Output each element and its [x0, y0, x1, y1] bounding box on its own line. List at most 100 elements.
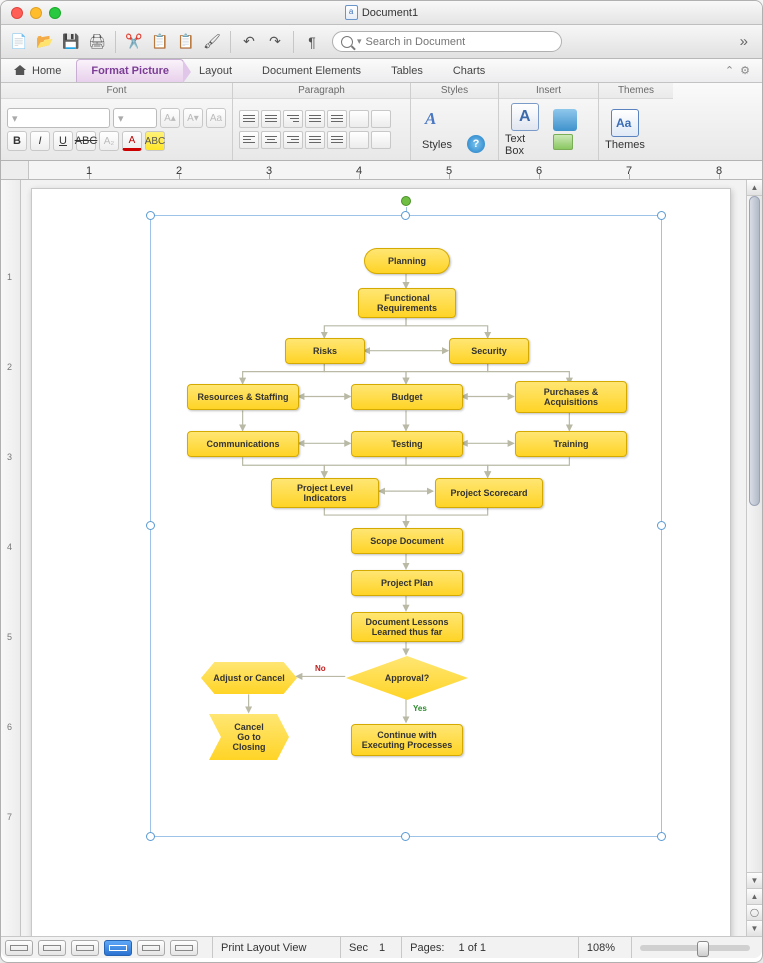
font-color-button[interactable]: A: [122, 131, 142, 151]
ribbon-collapse-icon[interactable]: ⌃: [725, 64, 734, 77]
horizontal-ruler[interactable]: 1 2 3 4 5 6 7 8: [1, 161, 762, 180]
window-titlebar: Document1: [1, 1, 762, 25]
group-themes-header: Themes: [599, 83, 673, 99]
shrink-font-button[interactable]: A▾: [183, 108, 203, 128]
browse-object-button[interactable]: ◯: [747, 904, 762, 920]
save-button[interactable]: 💾: [59, 30, 83, 54]
vertical-ruler[interactable]: 1 2 3 4 5 6 7: [1, 180, 21, 936]
redo-button[interactable]: ↷: [263, 30, 287, 54]
tab-charts[interactable]: Charts: [438, 59, 500, 82]
justify-button[interactable]: [305, 131, 325, 149]
grow-font-button[interactable]: A▴: [160, 108, 180, 128]
align-right-button[interactable]: [283, 131, 303, 149]
status-zoom-value[interactable]: 108%: [587, 942, 615, 954]
tab-tables[interactable]: Tables: [376, 59, 438, 82]
group-font-header: Font: [1, 83, 232, 99]
new-document-button[interactable]: 📄: [7, 30, 31, 54]
themes-button[interactable]: Themes: [605, 109, 645, 151]
ribbon-settings-icon[interactable]: ⚙: [740, 64, 750, 77]
text-direction-button[interactable]: [349, 110, 369, 128]
ribbon-panel: Font ▾ ▾ A▴ A▾ Aa B I U ABC A₂ A ABC Par…: [1, 83, 762, 161]
window-title: Document1: [362, 7, 418, 19]
node-training: Training: [515, 431, 627, 457]
scroll-down-button[interactable]: ▼: [747, 872, 762, 888]
document-canvas[interactable]: Planning Functional Requirements Risks S…: [21, 180, 762, 936]
node-risks: Risks: [285, 338, 365, 364]
status-sec-label: Sec: [349, 942, 368, 954]
font-size-select[interactable]: ▾: [113, 108, 157, 128]
document-icon: [345, 5, 358, 20]
picture-selection-frame[interactable]: Planning Functional Requirements Risks S…: [150, 215, 662, 837]
format-painter-button[interactable]: 🖌: [200, 30, 224, 54]
scroll-thumb[interactable]: [749, 196, 760, 506]
search-input[interactable]: [366, 36, 553, 48]
numbering-button[interactable]: [261, 110, 281, 128]
status-bar: Print Layout View Sec 1 Pages: 1 of 1 10…: [1, 936, 762, 958]
node-project-scorecard: Project Scorecard: [435, 478, 543, 508]
picture-button[interactable]: [553, 134, 573, 150]
next-page-button[interactable]: ▼: [747, 920, 762, 936]
node-purchases: Purchases & Acquisitions: [515, 381, 627, 413]
highlight-button[interactable]: ABC: [145, 131, 165, 151]
search-box[interactable]: ▾: [332, 31, 562, 52]
node-functional-requirements: Functional Requirements: [358, 288, 456, 318]
ruler-track: 1 2 3 4 5 6 7 8: [29, 161, 762, 179]
prev-page-button[interactable]: ▲: [747, 888, 762, 904]
view-publishing-button[interactable]: [71, 940, 99, 956]
print-button[interactable]: 🖨: [85, 30, 109, 54]
subscript-button[interactable]: A₂: [99, 131, 119, 151]
group-insert-header: Insert: [499, 83, 598, 99]
node-testing: Testing: [351, 431, 463, 457]
tab-format-picture[interactable]: Format Picture: [76, 59, 184, 82]
change-case-button[interactable]: Aa: [206, 108, 226, 128]
font-family-select[interactable]: ▾: [7, 108, 110, 128]
styles-button[interactable]: Styles: [417, 109, 457, 151]
show-formatting-button[interactable]: ¶: [300, 30, 324, 54]
copy-button[interactable]: 📋: [148, 30, 172, 54]
paste-button[interactable]: 📋: [174, 30, 198, 54]
scroll-up-button[interactable]: ▲: [747, 180, 762, 196]
decrease-indent-button[interactable]: [305, 110, 325, 128]
bold-button[interactable]: B: [7, 131, 27, 151]
view-focus-button[interactable]: [170, 940, 198, 956]
toolbar-overflow-button[interactable]: »: [740, 33, 748, 50]
open-button[interactable]: 📂: [33, 30, 57, 54]
borders-button[interactable]: [371, 131, 391, 149]
multilevel-button[interactable]: [283, 110, 303, 128]
zoom-slider[interactable]: [640, 945, 750, 951]
node-project-plan: Project Plan: [351, 570, 463, 596]
rotate-handle[interactable]: [401, 196, 411, 206]
node-lessons: Document Lessons Learned thus far: [351, 612, 463, 642]
textbox-button[interactable]: Text Box: [505, 103, 545, 157]
node-security: Security: [449, 338, 529, 364]
page: Planning Functional Requirements Risks S…: [31, 188, 731, 936]
status-view-label: Print Layout View: [221, 942, 306, 954]
search-dropdown-icon[interactable]: ▾: [357, 36, 362, 47]
node-project-level-indicators: Project Level Indicators: [271, 478, 379, 508]
italic-button[interactable]: I: [30, 131, 50, 151]
shape-button[interactable]: [553, 109, 577, 131]
tab-document-elements[interactable]: Document Elements: [247, 59, 376, 82]
view-print-layout-button[interactable]: [104, 940, 132, 956]
vertical-scrollbar[interactable]: ▲ ▼ ▲ ◯ ▼: [746, 180, 762, 936]
view-notebook-button[interactable]: [137, 940, 165, 956]
align-left-button[interactable]: [239, 131, 259, 149]
sort-button[interactable]: [371, 110, 391, 128]
styles-dialog-button[interactable]: ?: [467, 135, 485, 153]
tab-home[interactable]: Home: [7, 59, 76, 82]
strike-button[interactable]: ABC: [76, 131, 96, 151]
cut-button[interactable]: ✂️: [122, 30, 146, 54]
shading-button[interactable]: [349, 131, 369, 149]
increase-indent-button[interactable]: [327, 110, 347, 128]
bullets-button[interactable]: [239, 110, 259, 128]
group-paragraph-header: Paragraph: [233, 83, 410, 99]
node-communications: Communications: [187, 431, 299, 457]
view-draft-button[interactable]: [5, 940, 33, 956]
line-spacing-button[interactable]: [327, 131, 347, 149]
underline-button[interactable]: U: [53, 131, 73, 151]
undo-button[interactable]: ↶: [237, 30, 261, 54]
node-continue: Continue with Executing Processes: [351, 724, 463, 756]
align-center-button[interactable]: [261, 131, 281, 149]
view-outline-button[interactable]: [38, 940, 66, 956]
tab-layout[interactable]: Layout: [184, 59, 247, 82]
